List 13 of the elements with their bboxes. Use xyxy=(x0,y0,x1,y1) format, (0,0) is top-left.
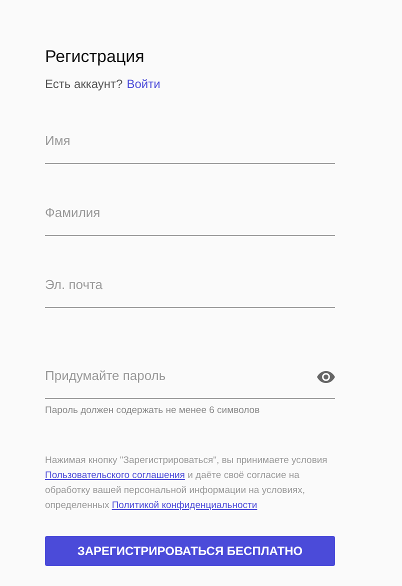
input-field[interactable]: Придумайте пароль xyxy=(45,358,335,399)
eye-icon[interactable] xyxy=(317,371,335,383)
input-field[interactable]: Имя xyxy=(45,123,335,164)
password-hint: Пароль должен содержать не менее 6 символов xyxy=(45,405,261,416)
login-prompt-text: Есть аккаунт? xyxy=(45,76,123,92)
input-field[interactable]: Эл. почта xyxy=(45,267,335,308)
consent-text: Нажимая кнопку "Зарегистрироваться", вы принимаете условия Пользовательского соглашения и даёте своё согласие на обработку вашей персональной информации на условиях, определенных Политикой конфиденциальности xyxy=(45,454,328,513)
register-button[interactable]: ЗАРЕГИСТРИРОВАТЬСЯ БЕСПЛАТНО xyxy=(45,536,335,566)
policy-link[interactable]: Пользовательского соглашения xyxy=(45,470,185,481)
policy-link[interactable]: Политикой конфиденциальности xyxy=(112,500,258,511)
form-title: Регистрация xyxy=(45,46,146,68)
login-link[interactable]: Войти xyxy=(126,76,160,92)
input-field[interactable]: Фамилия xyxy=(45,195,335,236)
